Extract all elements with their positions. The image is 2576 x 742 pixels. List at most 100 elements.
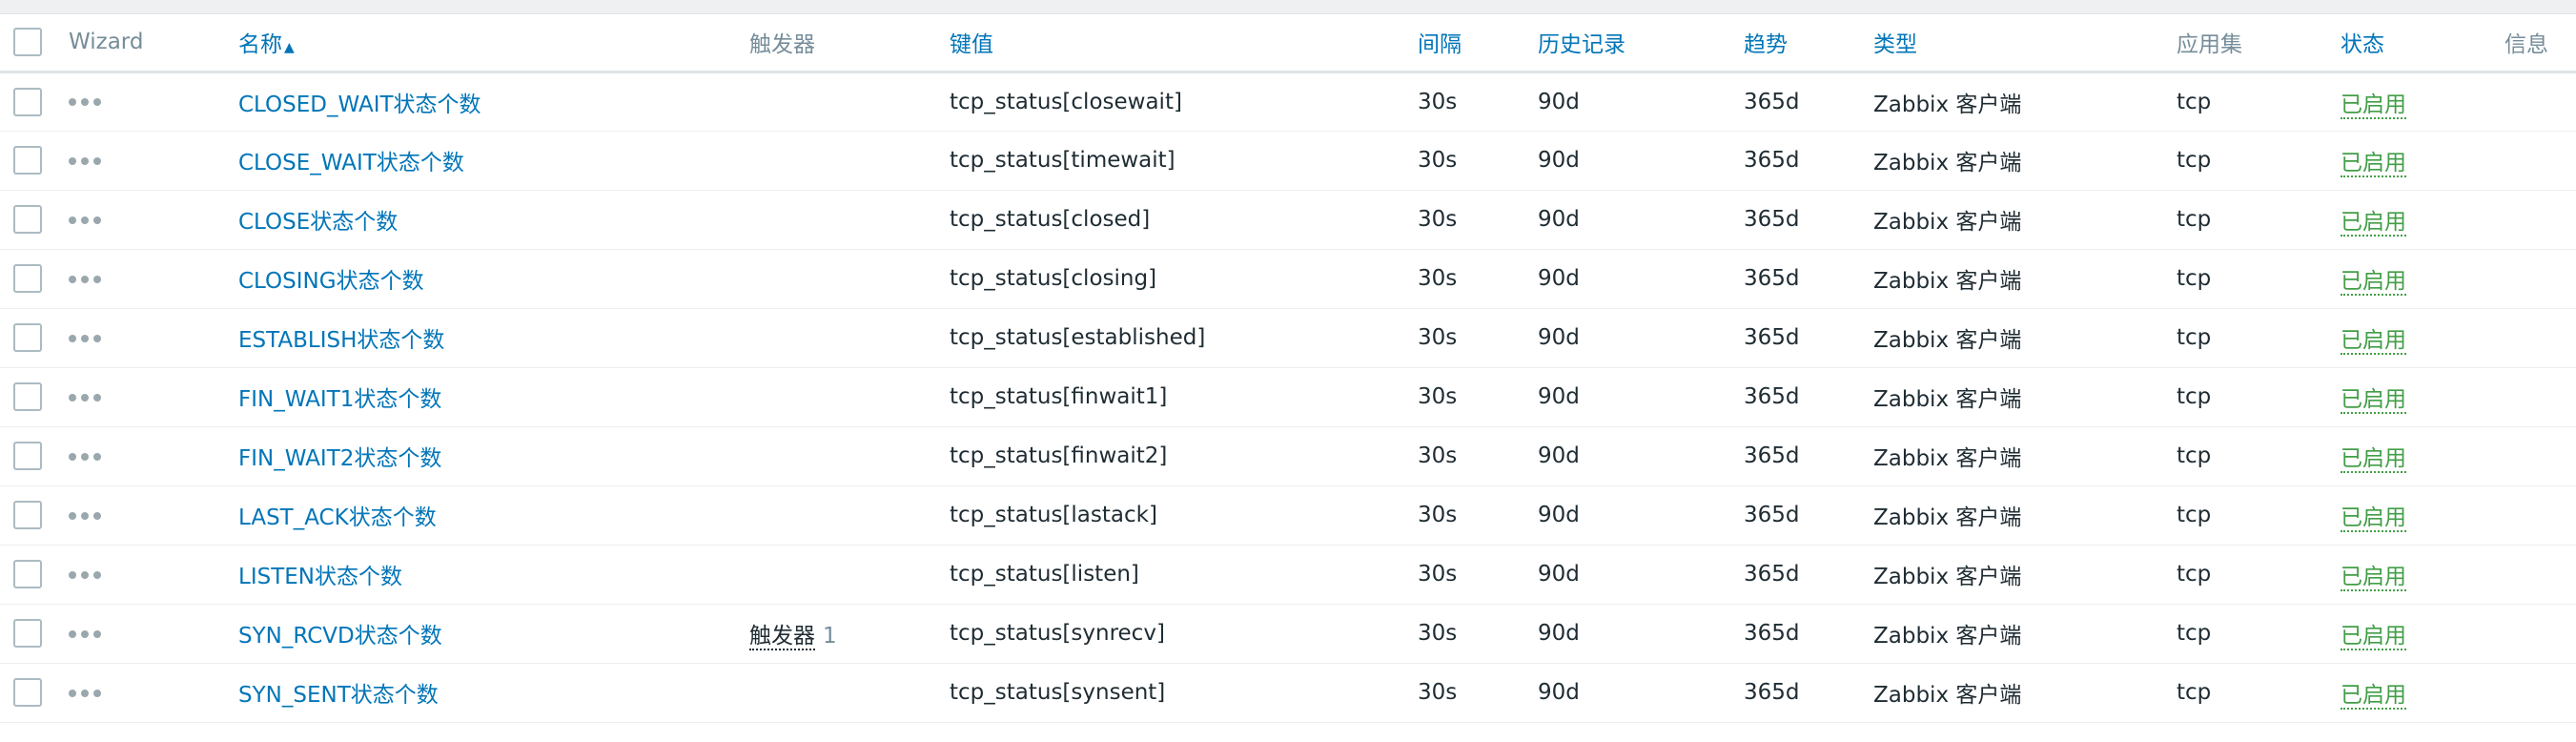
item-name-link[interactable]: FIN_WAIT1状态个数 [238, 387, 441, 412]
item-name-link[interactable]: ESTABLISH状态个数 [238, 328, 444, 353]
col-interval[interactable]: 间隔 [1418, 14, 1538, 72]
select-all-cell [0, 14, 69, 72]
item-name-link[interactable]: CLOSE_WAIT状态个数 [238, 151, 464, 175]
status-toggle[interactable]: 已启用 [2341, 92, 2406, 119]
item-name-link[interactable]: LISTEN状态个数 [238, 565, 402, 589]
table-row: SYN_RCVD状态个数 触发器 1 tcp_status[synrecv] 30s 90… [0, 604, 2576, 663]
applications-cell: tcp [2177, 266, 2212, 291]
wizard-cell [69, 72, 238, 131]
triggers-cell [749, 545, 950, 604]
table-row: FIN_WAIT1状态个数 tcp_status[finwait1] 30s 90d 3… [0, 367, 2576, 426]
row-checkbox[interactable] [13, 323, 42, 352]
history-cell: 90d [1538, 621, 1580, 646]
more-options-icon[interactable] [69, 452, 101, 461]
wizard-cell [69, 426, 238, 485]
applications-cell: tcp [2177, 680, 2212, 705]
more-options-icon[interactable] [69, 156, 101, 165]
status-toggle[interactable]: 已启用 [2341, 565, 2406, 591]
table-row: CLOSING状态个数 tcp_status[closing] 30s 90d 365d… [0, 249, 2576, 308]
col-type[interactable]: 类型 [1873, 14, 2177, 72]
item-name-link[interactable]: SYN_SENT状态个数 [238, 683, 439, 708]
col-trends[interactable]: 趋势 [1744, 14, 1873, 72]
more-options-icon[interactable] [69, 570, 101, 579]
col-name[interactable]: 名称 ▲ [238, 14, 749, 72]
status-toggle[interactable]: 已启用 [2341, 624, 2406, 650]
row-checkbox[interactable] [13, 619, 42, 648]
name-cell: CLOSED_WAIT状态个数 [238, 72, 749, 131]
info-cell [2504, 604, 2576, 663]
status-toggle[interactable]: 已启用 [2341, 446, 2406, 473]
col-history[interactable]: 历史记录 [1538, 14, 1744, 72]
history-cell: 90d [1538, 503, 1580, 527]
row-checkbox[interactable] [13, 87, 42, 116]
row-select-cell [0, 131, 69, 190]
row-checkbox[interactable] [13, 146, 42, 175]
row-select-cell [0, 190, 69, 249]
status-toggle[interactable]: 已启用 [2341, 210, 2406, 237]
more-options-icon[interactable] [69, 629, 101, 638]
status-toggle[interactable]: 已启用 [2341, 387, 2406, 414]
select-all-checkbox[interactable] [13, 28, 42, 57]
col-name-label[interactable]: 名称 [238, 32, 282, 57]
item-name-link[interactable]: CLOSED_WAIT状态个数 [238, 93, 481, 117]
name-cell: CLOSE_WAIT状态个数 [238, 131, 749, 190]
item-name-link[interactable]: LAST_ACK状态个数 [238, 505, 437, 530]
key-cell: tcp_status[established] [950, 325, 1206, 350]
info-cell [2504, 308, 2576, 367]
interval-cell: 30s [1418, 148, 1458, 173]
type-cell: Zabbix 客户端 [1873, 151, 2022, 175]
status-toggle[interactable]: 已启用 [2341, 505, 2406, 532]
row-checkbox[interactable] [13, 382, 42, 411]
table-row: LISTEN状态个数 tcp_status[listen] 30s 90d 365d Za… [0, 545, 2576, 604]
more-options-icon[interactable] [69, 393, 101, 402]
row-select-cell [0, 249, 69, 308]
history-cell: 90d [1538, 266, 1580, 291]
interval-cell: 30s [1418, 443, 1458, 468]
status-cell: 已启用 [2341, 604, 2504, 663]
more-options-icon[interactable] [69, 689, 101, 697]
status-toggle[interactable]: 已启用 [2341, 683, 2406, 710]
wizard-cell [69, 367, 238, 426]
more-options-icon[interactable] [69, 511, 101, 520]
status-cell: 已启用 [2341, 485, 2504, 545]
row-checkbox[interactable] [13, 560, 42, 588]
status-toggle[interactable]: 已启用 [2341, 151, 2406, 177]
status-cell: 已启用 [2341, 367, 2504, 426]
row-checkbox[interactable] [13, 205, 42, 234]
more-options-icon[interactable] [69, 98, 101, 106]
info-cell [2504, 190, 2576, 249]
type-cell: Zabbix 客户端 [1873, 505, 2022, 530]
key-cell: tcp_status[closing] [950, 266, 1157, 291]
history-cell: 90d [1538, 325, 1580, 350]
col-applications: 应用集 [2177, 32, 2242, 58]
row-checkbox[interactable] [13, 501, 42, 529]
row-checkbox[interactable] [13, 442, 42, 470]
more-options-icon[interactable] [69, 334, 101, 342]
trends-cell: 365d [1744, 621, 1800, 646]
col-status[interactable]: 状态 [2341, 14, 2504, 72]
history-cell: 90d [1538, 384, 1580, 409]
name-cell: CLOSING状态个数 [238, 249, 749, 308]
row-select-cell [0, 426, 69, 485]
item-name-link[interactable]: FIN_WAIT2状态个数 [238, 446, 441, 471]
col-key[interactable]: 键值 [950, 14, 1418, 72]
type-cell: Zabbix 客户端 [1873, 683, 2022, 708]
more-options-icon[interactable] [69, 216, 101, 224]
item-name-link[interactable]: SYN_RCVD状态个数 [238, 624, 442, 649]
status-toggle[interactable]: 已启用 [2341, 269, 2406, 296]
interval-cell: 30s [1418, 325, 1458, 350]
triggers-cell [749, 426, 950, 485]
col-wizard: Wizard [69, 30, 144, 55]
type-cell: Zabbix 客户端 [1873, 269, 2022, 294]
more-options-icon[interactable] [69, 275, 101, 283]
applications-cell: tcp [2177, 207, 2212, 232]
table-row: CLOSE_WAIT状态个数 tcp_status[timewait] 30s 90d… [0, 131, 2576, 190]
trigger-link[interactable]: 触发器 [749, 624, 815, 650]
interval-cell: 30s [1418, 384, 1458, 409]
status-toggle[interactable]: 已启用 [2341, 328, 2406, 355]
row-checkbox[interactable] [13, 678, 42, 707]
key-cell: tcp_status[synsent] [950, 680, 1166, 705]
item-name-link[interactable]: CLOSING状态个数 [238, 269, 424, 294]
item-name-link[interactable]: CLOSE状态个数 [238, 210, 398, 235]
row-checkbox[interactable] [13, 264, 42, 293]
